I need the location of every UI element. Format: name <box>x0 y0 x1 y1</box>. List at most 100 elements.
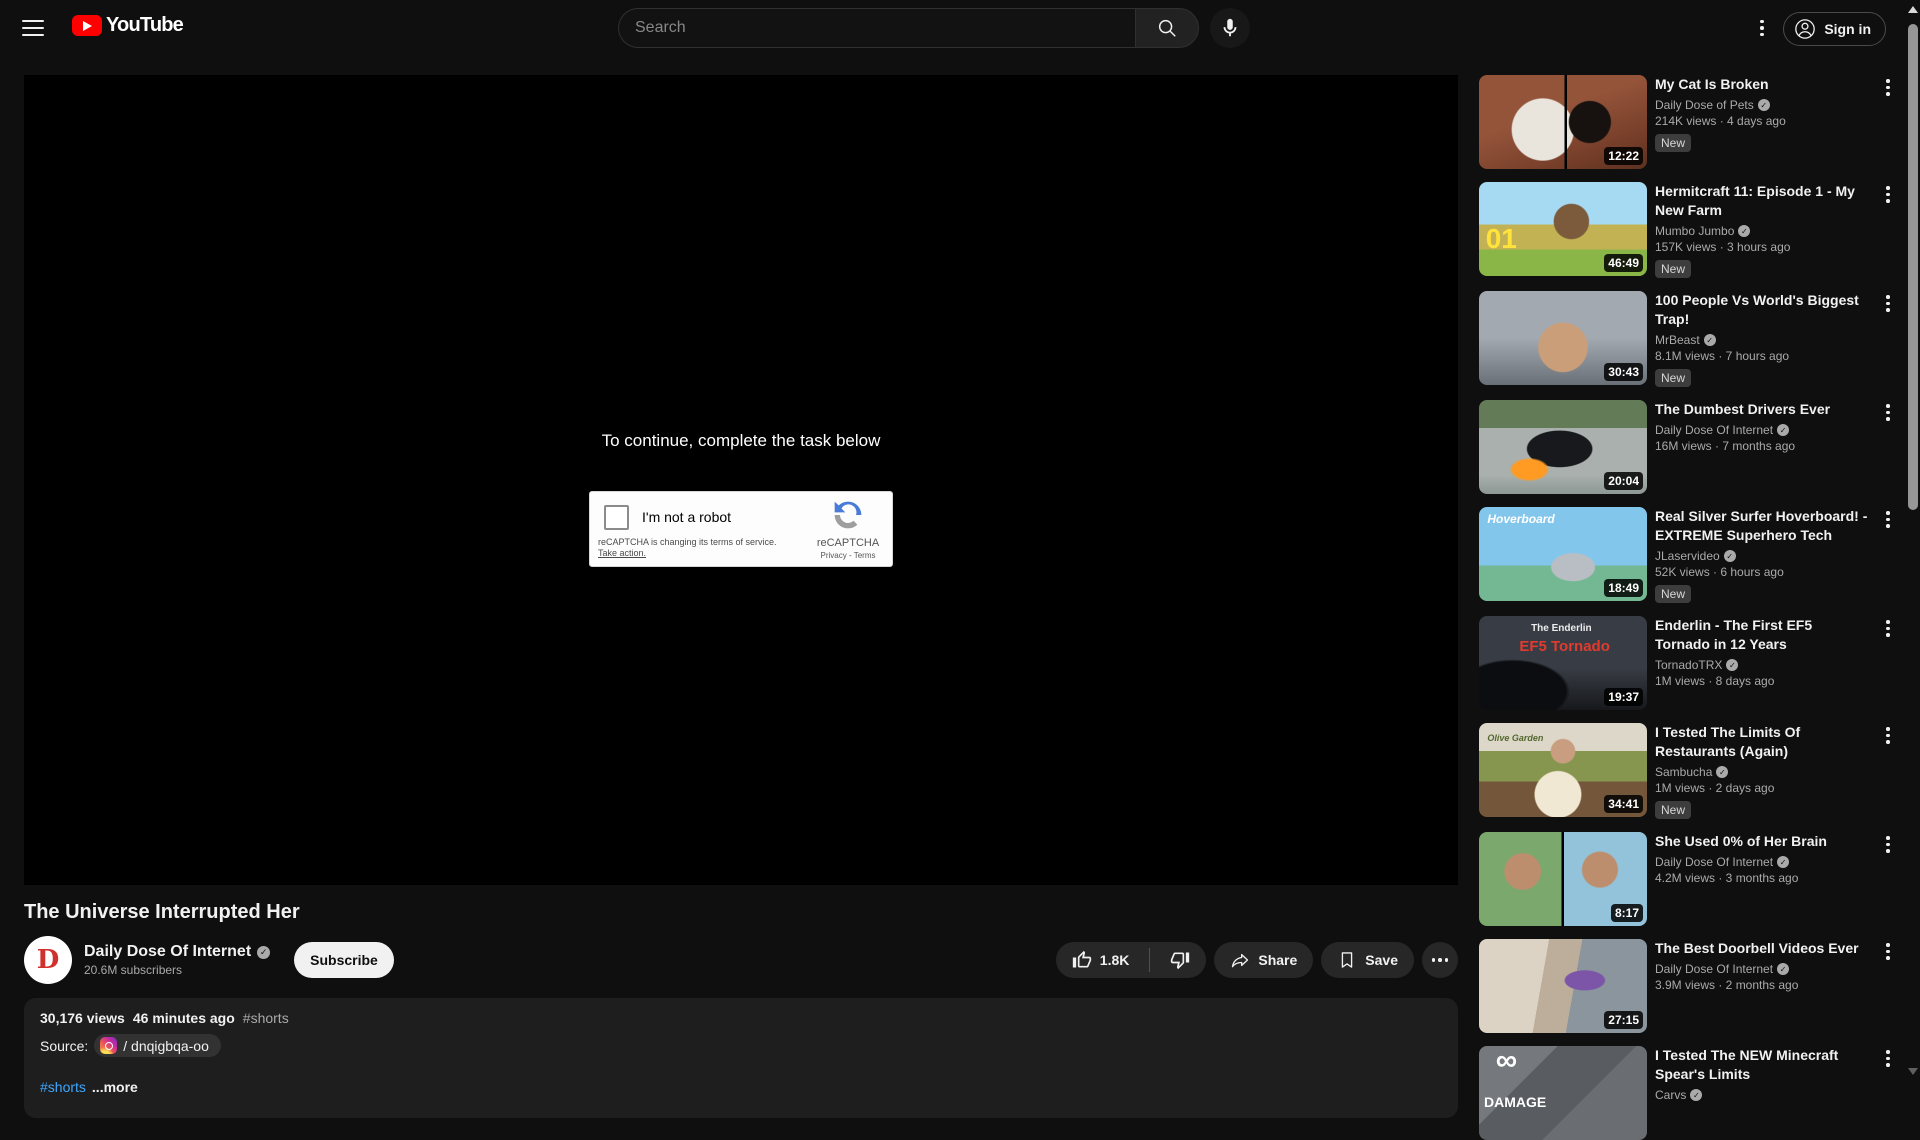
related-channel-line[interactable]: Mumbo Jumbo ✓ <box>1655 224 1868 238</box>
sign-in-button[interactable]: Sign in <box>1783 12 1886 46</box>
related-video-meta: 3.9M views · 2 months ago <box>1655 978 1868 992</box>
video-thumbnail[interactable]: 18:49 Hoverboard <box>1479 507 1647 601</box>
new-badge: New <box>1655 801 1691 819</box>
search-input[interactable] <box>618 8 1135 48</box>
page-scrollbar[interactable] <box>1906 0 1920 1080</box>
related-video-item[interactable]: 30:43 100 People Vs World's Biggest Trap… <box>1479 291 1900 387</box>
kebab-menu-icon[interactable] <box>1876 616 1900 710</box>
kebab-menu-icon[interactable] <box>1876 400 1900 494</box>
related-video-item[interactable]: 46:49 01 Hermitcraft 11: Episode 1 - My … <box>1479 182 1900 278</box>
channel-name[interactable]: Daily Dose Of Internet <box>84 943 251 961</box>
hashtag[interactable]: #shorts <box>243 1010 289 1026</box>
video-thumbnail[interactable]: 8:17 <box>1479 832 1647 926</box>
related-video-item[interactable]: ∞DAMAGE I Tested The NEW Minecraft Spear… <box>1479 1046 1900 1140</box>
video-player[interactable]: To continue, complete the task below I'm… <box>24 75 1458 885</box>
video-thumbnail[interactable]: 46:49 01 <box>1479 182 1647 276</box>
like-button[interactable]: 1.8K <box>1056 942 1142 978</box>
scrollbar-thumb[interactable] <box>1908 24 1918 510</box>
related-video-title[interactable]: My Cat Is Broken <box>1655 75 1868 94</box>
save-button[interactable]: Save <box>1321 942 1414 978</box>
kebab-menu-icon[interactable] <box>1876 939 1900 1033</box>
duration-badge: 18:49 <box>1604 579 1643 597</box>
video-info: I Tested The Limits Of Restaurants (Agai… <box>1655 723 1868 819</box>
youtube-logo[interactable]: YouTube <box>72 14 183 37</box>
related-video-meta: 4.2M views · 3 months ago <box>1655 871 1868 885</box>
shorts-hashtag-link[interactable]: #shorts <box>40 1079 86 1095</box>
related-video-title[interactable]: Enderlin - The First EF5 Tornado in 12 Y… <box>1655 616 1868 654</box>
related-channel-name: MrBeast <box>1655 333 1700 347</box>
related-video-item[interactable]: 19:37 The EnderlinEF5 Tornado Enderlin -… <box>1479 616 1900 710</box>
related-channel-line[interactable]: Daily Dose Of Internet ✓ <box>1655 962 1868 976</box>
source-label: Source: <box>40 1038 88 1054</box>
thumbnail-text-overlay: DAMAGE <box>1484 1095 1546 1109</box>
search-button[interactable] <box>1135 8 1199 48</box>
related-channel-line[interactable]: Daily Dose of Pets ✓ <box>1655 98 1868 112</box>
thumbnail-text-overlay: Olive Garden <box>1487 734 1543 743</box>
privacy-link[interactable]: Privacy <box>821 551 847 560</box>
recaptcha-take-action-link[interactable]: Take action. <box>598 548 646 558</box>
captcha-area: To continue, complete the task below I'm… <box>589 431 893 567</box>
description-box[interactable]: 30,176 views 46 minutes ago #shorts Sour… <box>24 998 1458 1118</box>
kebab-menu-icon[interactable] <box>1876 507 1900 603</box>
more-actions-button[interactable] <box>1422 942 1458 978</box>
kebab-menu-icon[interactable] <box>1876 723 1900 819</box>
new-badge: New <box>1655 369 1691 387</box>
related-video-title[interactable]: I Tested The Limits Of Restaurants (Agai… <box>1655 723 1868 761</box>
related-channel-line[interactable]: TornadoTRX ✓ <box>1655 658 1868 672</box>
related-video-title[interactable]: The Dumbest Drivers Ever <box>1655 400 1868 419</box>
hamburger-menu-icon[interactable] <box>22 14 50 42</box>
related-channel-line[interactable]: Carvs ✓ <box>1655 1088 1868 1102</box>
dislike-button[interactable] <box>1158 942 1206 978</box>
video-thumbnail[interactable]: ∞DAMAGE <box>1479 1046 1647 1140</box>
scroll-down-arrow[interactable] <box>1908 1068 1918 1075</box>
subscribe-button[interactable]: Subscribe <box>294 942 394 978</box>
video-info: Enderlin - The First EF5 Tornado in 12 Y… <box>1655 616 1868 710</box>
share-button[interactable]: Share <box>1214 942 1313 978</box>
terms-link[interactable]: Terms <box>854 551 876 560</box>
related-channel-line[interactable]: Daily Dose Of Internet ✓ <box>1655 423 1868 437</box>
related-video-title[interactable]: Real Silver Surfer Hoverboard! - EXTREME… <box>1655 507 1868 545</box>
voice-search-button[interactable] <box>1210 8 1250 48</box>
related-video-item[interactable]: 27:15 The Best Doorbell Videos Ever Dail… <box>1479 939 1900 1033</box>
show-more-link[interactable]: ...more <box>92 1079 138 1095</box>
related-video-title[interactable]: I Tested The NEW Minecraft Spear's Limit… <box>1655 1046 1868 1084</box>
scroll-up-arrow[interactable] <box>1908 6 1918 13</box>
kebab-menu-icon[interactable] <box>1876 1046 1900 1140</box>
kebab-menu-icon[interactable] <box>1876 75 1900 169</box>
duration-badge: 27:15 <box>1604 1011 1643 1029</box>
source-link[interactable]: / dnqigbqa-oo <box>94 1034 221 1057</box>
channel-avatar[interactable]: D <box>24 936 72 984</box>
verified-icon: ✓ <box>1716 766 1728 778</box>
related-video-title[interactable]: The Best Doorbell Videos Ever <box>1655 939 1868 958</box>
verified-icon: ✓ <box>1758 99 1770 111</box>
duration-badge: 34:41 <box>1604 795 1643 813</box>
video-info: Real Silver Surfer Hoverboard! - EXTREME… <box>1655 507 1868 603</box>
recaptcha-checkbox[interactable] <box>604 505 629 530</box>
related-video-item[interactable]: 20:04 The Dumbest Drivers Ever Daily Dos… <box>1479 400 1900 494</box>
video-thumbnail[interactable]: 20:04 <box>1479 400 1647 494</box>
related-channel-line[interactable]: Daily Dose Of Internet ✓ <box>1655 855 1868 869</box>
video-thumbnail[interactable]: 34:41 Olive Garden <box>1479 723 1647 817</box>
kebab-menu-icon[interactable] <box>1876 291 1900 387</box>
video-info: Hermitcraft 11: Episode 1 - My New Farm … <box>1655 182 1868 278</box>
related-video-item[interactable]: 12:22 My Cat Is Broken Daily Dose of Pet… <box>1479 75 1900 169</box>
verified-icon: ✓ <box>257 946 270 959</box>
kebab-menu-icon[interactable] <box>1876 182 1900 278</box>
related-video-title[interactable]: 100 People Vs World's Biggest Trap! <box>1655 291 1868 329</box>
related-video-item[interactable]: 34:41 Olive Garden I Tested The Limits O… <box>1479 723 1900 819</box>
video-thumbnail[interactable]: 12:22 <box>1479 75 1647 169</box>
video-thumbnail[interactable]: 27:15 <box>1479 939 1647 1033</box>
related-video-item[interactable]: 8:17 She Used 0% of Her Brain Daily Dose… <box>1479 832 1900 926</box>
video-thumbnail[interactable]: 19:37 The EnderlinEF5 Tornado <box>1479 616 1647 710</box>
related-video-item[interactable]: 18:49 Hoverboard Real Silver Surfer Hove… <box>1479 507 1900 603</box>
related-video-title[interactable]: Hermitcraft 11: Episode 1 - My New Farm <box>1655 182 1868 220</box>
related-video-title[interactable]: She Used 0% of Her Brain <box>1655 832 1868 851</box>
related-channel-line[interactable]: MrBeast ✓ <box>1655 333 1868 347</box>
verified-icon: ✓ <box>1738 225 1750 237</box>
video-thumbnail[interactable]: 30:43 <box>1479 291 1647 385</box>
related-channel-line[interactable]: JLaservideo ✓ <box>1655 549 1868 563</box>
related-channel-line[interactable]: Sambucha ✓ <box>1655 765 1868 779</box>
related-video-meta: 1M views · 8 days ago <box>1655 674 1868 688</box>
kebab-menu-icon[interactable] <box>1876 832 1900 926</box>
settings-kebab-icon[interactable] <box>1750 16 1774 40</box>
